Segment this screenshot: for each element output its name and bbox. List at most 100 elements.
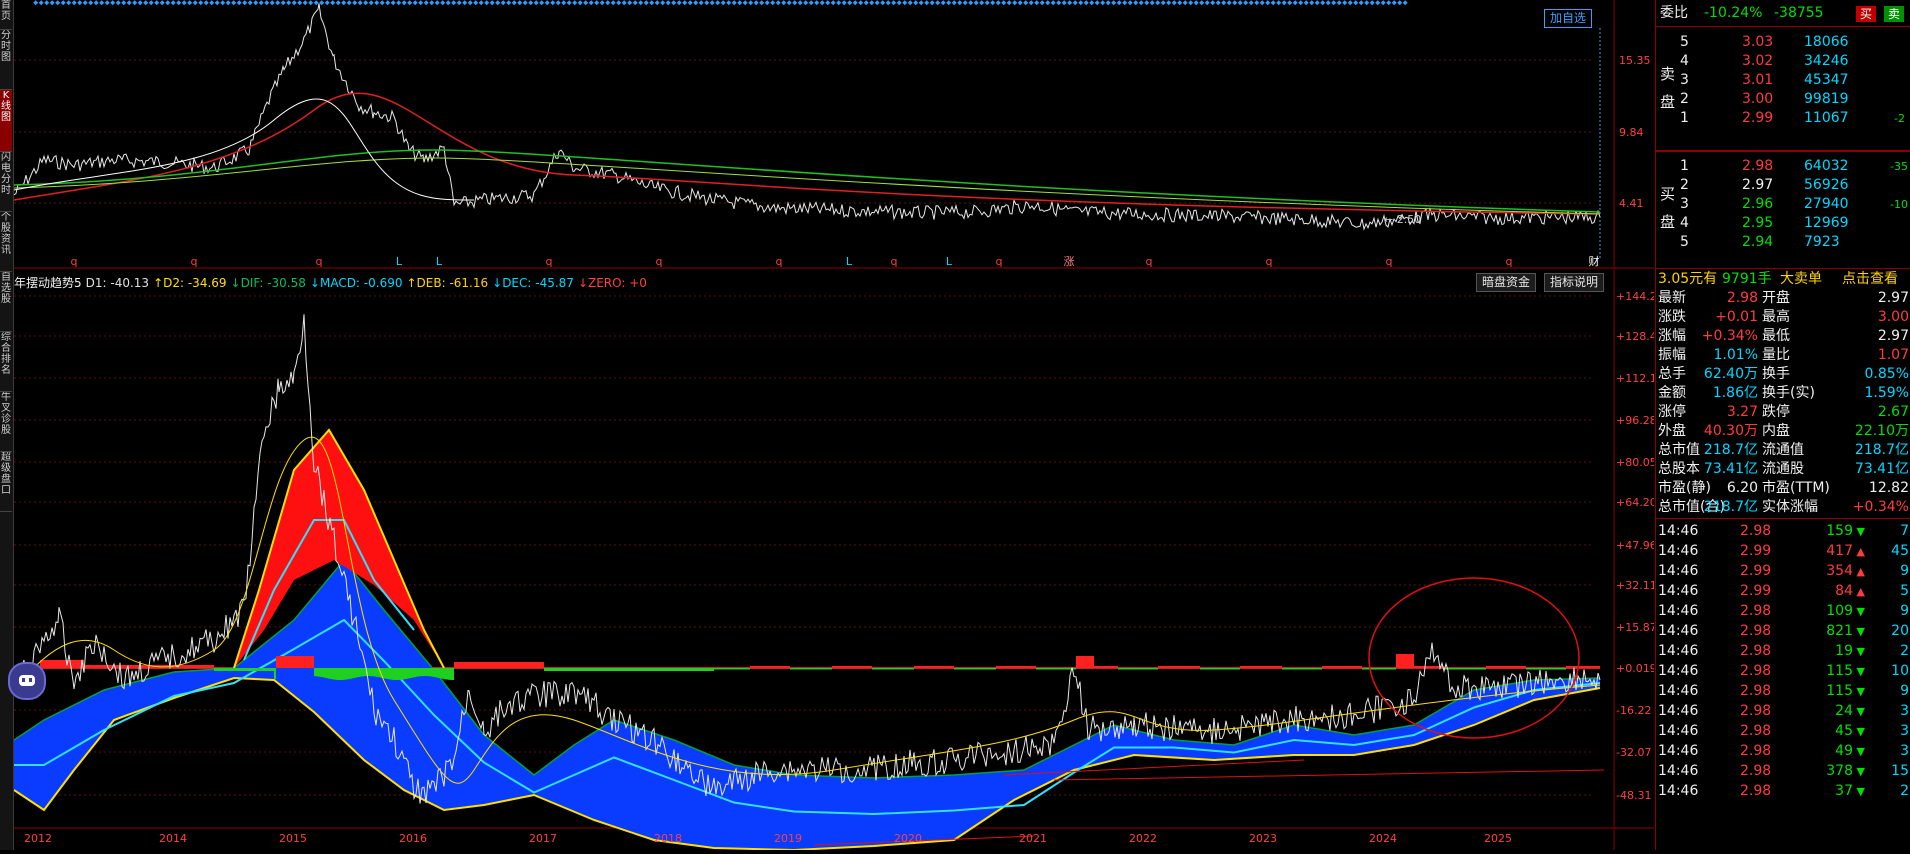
bid-price: 2.96 bbox=[1742, 196, 1774, 212]
tick-count: 3 bbox=[1900, 723, 1909, 739]
bid-row-1: 1 2.98 64032 -35 bbox=[1656, 157, 1910, 176]
tick-count: 15 bbox=[1891, 763, 1909, 779]
quote-label: 总手 bbox=[1658, 366, 1686, 382]
sell-button[interactable]: 卖 bbox=[1884, 6, 1905, 22]
tick-row: 14:46 2.98 24 ▼ 3 bbox=[1656, 702, 1910, 721]
bid-level: 3 bbox=[1680, 196, 1689, 212]
ask-volume: 11067 bbox=[1804, 110, 1849, 126]
quote-value: +0.34% bbox=[1701, 328, 1758, 344]
lower-y-tick: +47.96 bbox=[1616, 539, 1654, 552]
tick-volume: 417 bbox=[1826, 543, 1853, 559]
big-order-link[interactable]: 点击查看 bbox=[1842, 270, 1898, 289]
indicator-param: ↓DEC: -45.87 bbox=[492, 276, 574, 290]
tick-time: 14:46 bbox=[1658, 583, 1699, 599]
signal-label: L bbox=[436, 255, 443, 268]
tick-volume: 45 bbox=[1835, 723, 1853, 739]
indicator-help-button[interactable]: 指标说明 bbox=[1544, 273, 1605, 292]
bid-row-5: 5 2.94 7923 bbox=[1656, 233, 1910, 252]
x-axis-label: 2015 bbox=[279, 832, 307, 845]
lower-y-tick: +0.019 bbox=[1616, 662, 1654, 675]
left-tab-2[interactable]: K线图 bbox=[0, 90, 12, 152]
arrow-down-icon: ▼ bbox=[1856, 645, 1865, 658]
tick-count: 9 bbox=[1900, 563, 1909, 579]
quote-label: 涨幅 bbox=[1658, 328, 1686, 344]
quote-label: 外盘 bbox=[1658, 423, 1686, 439]
left-tab-5[interactable]: 自选股 bbox=[0, 272, 12, 332]
tick-price: 2.98 bbox=[1740, 603, 1772, 619]
quote-value: 22.10万 bbox=[1854, 423, 1909, 439]
left-tab-0[interactable]: 首页 bbox=[0, 0, 12, 30]
tick-count: 9 bbox=[1900, 603, 1909, 619]
buy-button[interactable]: 买 bbox=[1856, 6, 1877, 22]
tick-volume: 159 bbox=[1826, 523, 1853, 539]
quote-value: 218.7亿 bbox=[1703, 442, 1758, 458]
signal-label: 财 bbox=[1589, 254, 1600, 268]
quote-value: +0.34% bbox=[1852, 499, 1909, 515]
ask-row-3: 3 3.01 45347 bbox=[1656, 71, 1910, 90]
arrow-up-icon: ▲ bbox=[1856, 585, 1865, 598]
tick-price: 2.98 bbox=[1740, 703, 1772, 719]
tick-row: 14:46 2.98 45 ▼ 3 bbox=[1656, 722, 1910, 741]
ask-level: 4 bbox=[1680, 53, 1689, 69]
ask-row-1: 1 2.99 11067 -2 bbox=[1656, 109, 1910, 128]
main-chart-svg[interactable]: 15.35 9.84 4.41 ← 2.50 q q q L Lq q q Lq Lq 涨 q q q q 财 +14… bbox=[13, 0, 1657, 852]
ask-row-2: 2 3.00 99819 bbox=[1656, 90, 1910, 109]
assistant-bot-icon[interactable] bbox=[8, 662, 46, 700]
dark-money-button[interactable]: 暗盘资金 bbox=[1476, 273, 1537, 292]
arrow-down-icon: ▼ bbox=[1856, 665, 1865, 678]
quote-label: 市盈(静) bbox=[1658, 480, 1711, 496]
x-axis-label: 2022 bbox=[1129, 832, 1157, 845]
x-axis-label: 2019 bbox=[774, 832, 802, 845]
quote-label: 总市值 bbox=[1658, 442, 1700, 458]
tick-volume: 378 bbox=[1826, 763, 1853, 779]
bid-price: 2.97 bbox=[1742, 177, 1774, 193]
left-tab-1[interactable]: 分时图 bbox=[0, 30, 12, 90]
tick-count: 45 bbox=[1891, 543, 1909, 559]
bid-level: 5 bbox=[1680, 234, 1689, 250]
lower-y-tick: +112.1 bbox=[1616, 372, 1654, 385]
left-tab-3[interactable]: 闪电分时 bbox=[0, 152, 12, 212]
lower-y-tick: -48.31 bbox=[1616, 789, 1651, 802]
quote-value: 40.30万 bbox=[1703, 423, 1758, 439]
quote-label: 跌停 bbox=[1762, 404, 1790, 420]
blue-band bbox=[14, 560, 1600, 850]
tick-price: 2.98 bbox=[1740, 643, 1772, 659]
add-to-watchlist-button[interactable]: 加自选 bbox=[1544, 9, 1593, 28]
tick-time: 14:46 bbox=[1658, 703, 1699, 719]
chart-area: 15.35 9.84 4.41 ← 2.50 q q q L Lq q q Lq Lq 涨 q q q q 财 +14… bbox=[8, 0, 1657, 852]
tick-count: 10 bbox=[1891, 663, 1909, 679]
left-tab-4[interactable]: 个股资讯 bbox=[0, 212, 12, 272]
quote-value: 218.7亿 bbox=[1854, 442, 1909, 458]
tick-price: 2.98 bbox=[1740, 743, 1772, 759]
quote-value: 1.86亿 bbox=[1712, 385, 1758, 401]
tick-row: 14:46 2.98 109 ▼ 9 bbox=[1656, 602, 1910, 621]
left-tab-6[interactable]: 综合排名 bbox=[0, 332, 12, 392]
x-axis-label: 2025 bbox=[1484, 832, 1512, 845]
arrow-down-icon: ▼ bbox=[1856, 685, 1865, 698]
tick-price: 2.98 bbox=[1740, 623, 1772, 639]
lower-y-tick: -32.07 bbox=[1616, 746, 1651, 759]
tick-volume: 109 bbox=[1826, 603, 1853, 619]
left-tab-7[interactable]: 牛叉诊股 bbox=[0, 392, 12, 452]
quote-value: 0.85% bbox=[1864, 366, 1909, 382]
tick-volume: 115 bbox=[1826, 663, 1853, 679]
quote-label: 市盈(TTM) bbox=[1762, 480, 1830, 496]
annotation-line bbox=[1053, 769, 1605, 781]
bid-volume: 56926 bbox=[1804, 177, 1849, 193]
quote-value: 12.82 bbox=[1868, 480, 1909, 496]
quote-row: 外盘 40.30万 内盘 22.10万 bbox=[1656, 422, 1910, 441]
arrow-down-icon: ▼ bbox=[1856, 705, 1865, 718]
big-order-row: 3.05元有 9791手 大卖单 点击查看 bbox=[1656, 270, 1910, 289]
signal-label: L bbox=[846, 255, 853, 268]
indicator-param: D1: -40.13 bbox=[85, 276, 150, 290]
x-axis-label: 2021 bbox=[1019, 832, 1047, 845]
signal-label: q bbox=[996, 255, 1003, 268]
ask-price: 3.02 bbox=[1742, 53, 1774, 69]
tick-volume: 115 bbox=[1826, 683, 1853, 699]
tick-time: 14:46 bbox=[1658, 783, 1699, 799]
tick-volume: 49 bbox=[1835, 743, 1853, 759]
left-tab-8[interactable]: 超级盘口 bbox=[0, 452, 12, 512]
quote-value: 2.67 bbox=[1877, 404, 1909, 420]
lower-y-tick: +128.4 bbox=[1616, 330, 1654, 343]
quote-value: 218.7亿 bbox=[1703, 499, 1758, 515]
